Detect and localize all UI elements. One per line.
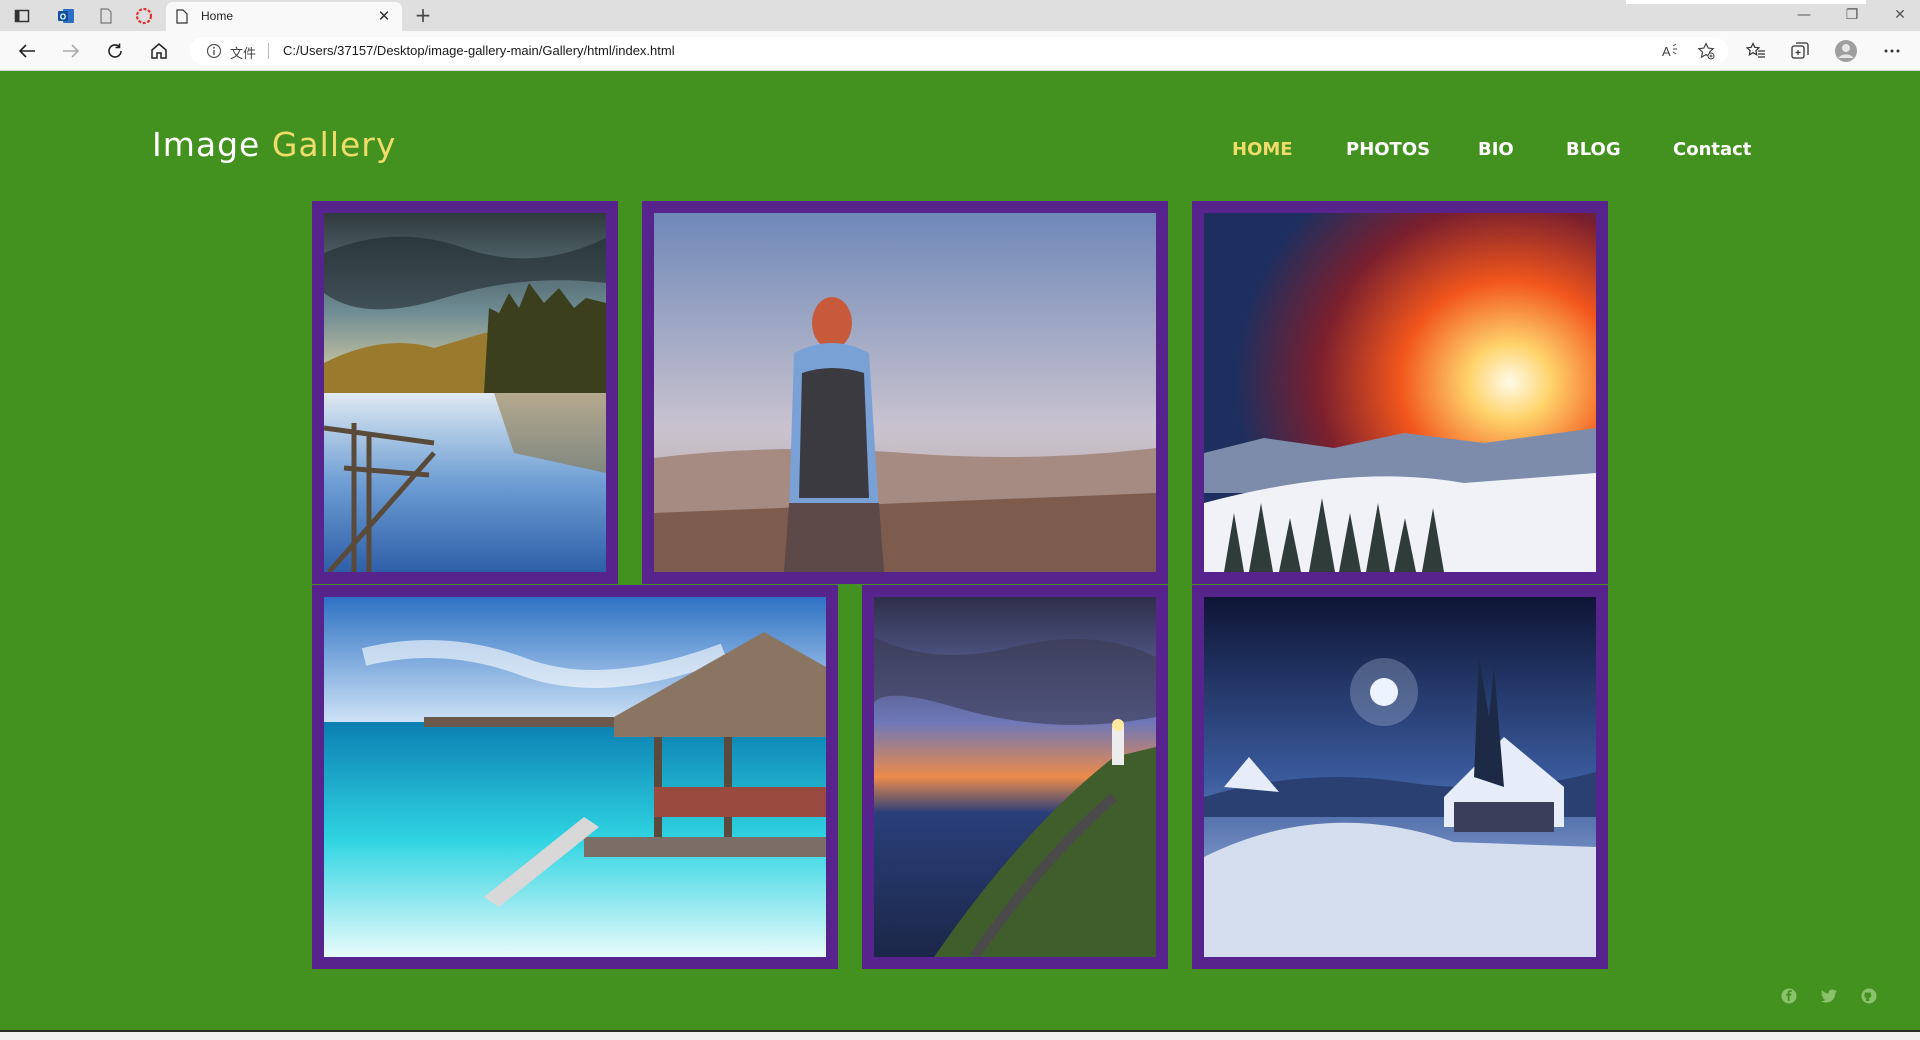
- tab-actions-icon[interactable]: [12, 6, 32, 26]
- info-icon[interactable]: [206, 43, 222, 63]
- restore-icon[interactable]: ❐: [1840, 4, 1864, 26]
- profile-icon[interactable]: [1834, 39, 1858, 63]
- tab-title: Home: [201, 9, 234, 23]
- page-icon: [176, 9, 188, 28]
- address-bar[interactable]: 文件 C:/Users/37157/Desktop/image-gallery-…: [190, 37, 1728, 65]
- page-icon[interactable]: [96, 6, 116, 26]
- browser-toolbar: 文件 C:/Users/37157/Desktop/image-gallery-…: [0, 31, 1920, 71]
- address-separator: [268, 43, 269, 59]
- home-icon[interactable]: [146, 39, 172, 63]
- twitter-icon[interactable]: [1820, 987, 1838, 1005]
- nav-bio[interactable]: BIO: [1478, 139, 1514, 160]
- forward-arrow-icon[interactable]: [58, 39, 84, 63]
- more-menu-icon[interactable]: [1880, 39, 1904, 63]
- winter-night-photo[interactable]: [1192, 585, 1608, 969]
- file-scheme-label: 文件: [230, 47, 257, 62]
- add-favorite-icon[interactable]: [1696, 42, 1716, 60]
- close-window-icon[interactable]: ✕: [1888, 4, 1912, 26]
- gallery-page: Image Gallery HOME PHOTOS BIO BLOG Conta…: [0, 71, 1920, 1030]
- brand-first-word: Image: [152, 125, 261, 164]
- window-bottom-edge: [0, 1030, 1920, 1040]
- sunset-mountains-photo[interactable]: [1192, 201, 1608, 584]
- title-bar-blank: [1626, 0, 1866, 4]
- nav-photos[interactable]: PHOTOS: [1346, 139, 1430, 160]
- lake-photo[interactable]: [312, 201, 618, 584]
- collections-icon[interactable]: [1788, 39, 1812, 63]
- beach-hut-photo[interactable]: [312, 585, 838, 969]
- site-logo[interactable]: Image Gallery: [152, 125, 396, 164]
- back-arrow-icon[interactable]: [14, 39, 40, 63]
- active-tab[interactable]: Home ✕: [166, 2, 402, 31]
- favorites-icon[interactable]: [1744, 39, 1768, 63]
- svg-text:A: A: [1662, 44, 1671, 59]
- nav-home[interactable]: HOME: [1232, 139, 1293, 160]
- new-tab-button[interactable]: +: [412, 4, 434, 26]
- refresh-icon[interactable]: [102, 39, 128, 63]
- outlook-icon[interactable]: O: [56, 6, 76, 26]
- nav-blog[interactable]: BLOG: [1566, 139, 1621, 160]
- github-icon[interactable]: [1860, 987, 1878, 1005]
- brand-second-word: Gallery: [271, 125, 397, 164]
- svg-text:O: O: [60, 13, 66, 22]
- read-aloud-icon[interactable]: A: [1660, 42, 1680, 60]
- browser-tab-strip: O Home ✕ + — ❐ ✕: [0, 0, 1920, 31]
- opera-icon[interactable]: [134, 6, 154, 26]
- close-tab-icon[interactable]: ✕: [374, 6, 394, 26]
- url-text[interactable]: C:/Users/37157/Desktop/image-gallery-mai…: [283, 43, 675, 58]
- nav-contact[interactable]: Contact: [1673, 139, 1751, 160]
- facebook-icon[interactable]: [1780, 987, 1798, 1005]
- hiker-photo[interactable]: [642, 201, 1168, 584]
- lighthouse-photo[interactable]: [862, 585, 1168, 969]
- minimize-icon[interactable]: —: [1792, 4, 1816, 26]
